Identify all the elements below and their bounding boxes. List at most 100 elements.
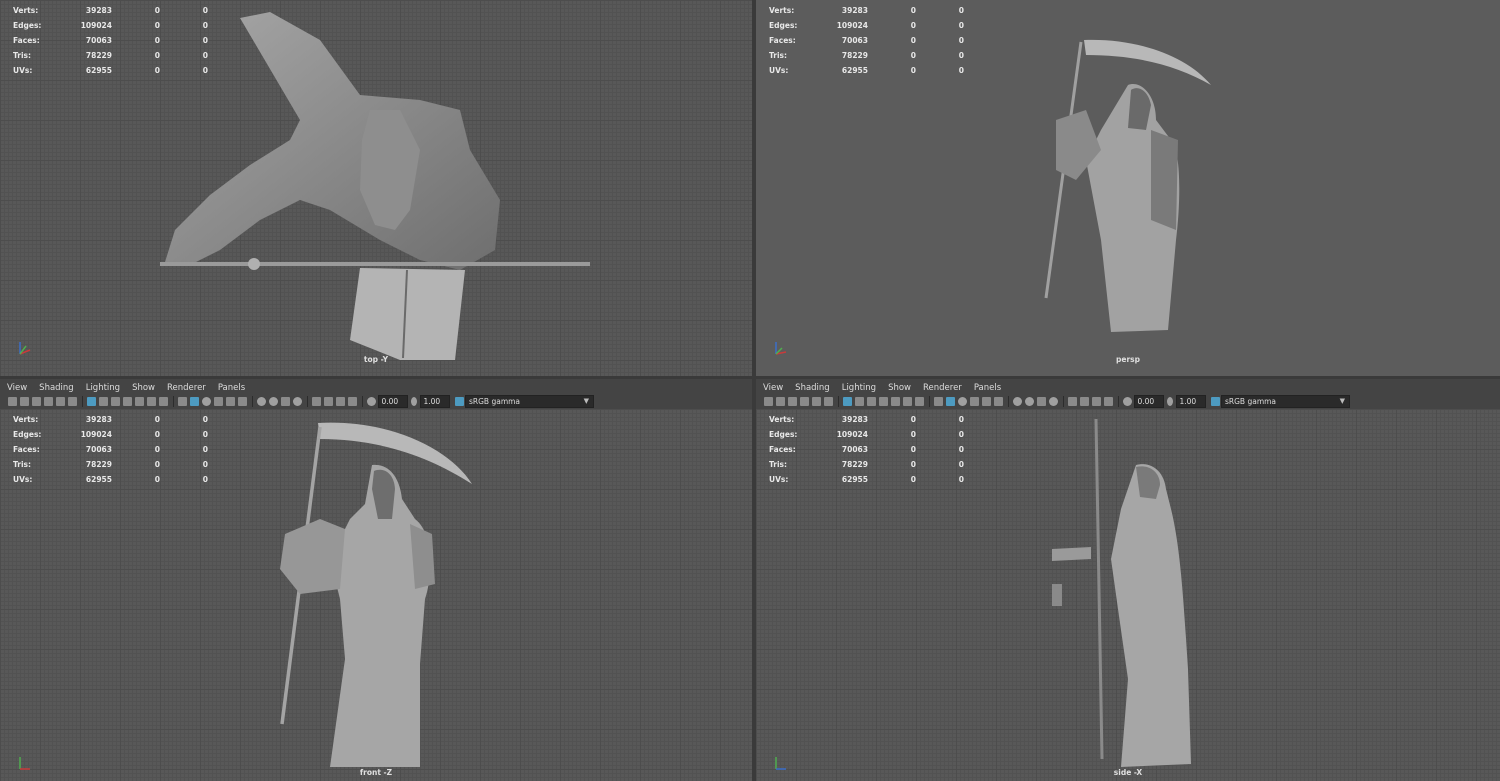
menu-renderer[interactable]: Renderer — [923, 383, 962, 393]
resolution-gate-icon[interactable] — [867, 396, 876, 406]
menu-show[interactable]: Show — [132, 383, 155, 393]
bookmark-icon[interactable] — [32, 396, 41, 406]
color-management-icon[interactable] — [1210, 396, 1220, 406]
field-chart-icon[interactable] — [891, 396, 900, 406]
grease-pencil-icon[interactable] — [824, 396, 833, 406]
toolbar-separator — [837, 395, 839, 407]
menu-panels[interactable]: Panels — [974, 383, 1001, 393]
color-management-icon[interactable] — [454, 396, 464, 406]
gamma-icon[interactable] — [1166, 396, 1173, 406]
film-gate-icon[interactable] — [99, 396, 108, 406]
safe-action-icon[interactable] — [147, 396, 156, 406]
menu-shading[interactable]: Shading — [795, 383, 830, 393]
hud-row: Faces: 70063 0 0 — [769, 36, 964, 45]
viewport-divider-horizontal[interactable] — [0, 376, 1500, 379]
viewport-persp[interactable]: Verts: 39283 0 0 Edges: 109024 0 0 Faces: 70063… — [756, 0, 1500, 376]
camera-label: top -Y — [363, 355, 389, 364]
panel-toolbar: 0.00 1.00 sRGB gamma ▼ — [756, 393, 1500, 409]
viewport-divider-vertical[interactable] — [752, 0, 756, 781]
chevron-down-icon: ▼ — [583, 396, 589, 405]
film-gate-icon[interactable] — [855, 396, 864, 406]
motion-blur-icon[interactable] — [1025, 396, 1034, 406]
gamma-field[interactable]: 1.00 — [419, 394, 450, 408]
isolate-icon[interactable] — [1068, 396, 1077, 406]
ambient-occlusion-icon[interactable] — [257, 396, 266, 406]
smooth-shade-icon[interactable] — [190, 396, 199, 406]
wireframe-icon[interactable] — [934, 396, 943, 406]
hud-row: UVs: 62955 0 0 — [769, 475, 964, 484]
image-plane-icon[interactable] — [800, 396, 809, 406]
smooth-shade-icon[interactable] — [946, 396, 955, 406]
safe-title-icon[interactable] — [159, 396, 168, 406]
menu-lighting[interactable]: Lighting — [86, 383, 120, 393]
anti-aliasing-icon[interactable] — [1037, 396, 1046, 406]
panel-toolbar: 0.00 1.00 sRGB gamma ▼ — [0, 393, 752, 409]
exposure-icon[interactable] — [1123, 396, 1132, 406]
viewport-top[interactable]: Verts: 39283 0 0 Edges: 109024 0 0 Faces: 70063… — [0, 0, 752, 376]
grease-pencil-icon[interactable] — [68, 396, 77, 406]
image-plane-icon[interactable] — [44, 396, 53, 406]
camera-icon[interactable] — [764, 396, 773, 406]
menu-shading[interactable]: Shading — [39, 383, 74, 393]
xray-joints-icon[interactable] — [336, 396, 345, 406]
pan-zoom-icon[interactable] — [812, 396, 821, 406]
colorspace-dropdown[interactable]: sRGB gamma ▼ — [465, 394, 594, 408]
hud-row: Tris: 78229 0 0 — [13, 51, 208, 60]
safe-action-icon[interactable] — [903, 396, 912, 406]
gamma-icon[interactable] — [410, 396, 417, 406]
colorspace-dropdown[interactable]: sRGB gamma ▼ — [1221, 394, 1350, 408]
colorspace-value: sRGB gamma — [1225, 396, 1277, 406]
pan-zoom-icon[interactable] — [56, 396, 65, 406]
menu-view[interactable]: View — [763, 383, 783, 393]
wireframe-icon[interactable] — [178, 396, 187, 406]
viewport-front[interactable]: Verts: 39283 0 0 Edges: 109024 0 0 Faces: 70063… — [0, 409, 752, 781]
grid-icon[interactable] — [843, 396, 852, 406]
depth-of-field-icon[interactable] — [293, 396, 302, 406]
xray-active-icon[interactable] — [348, 396, 357, 406]
xray-active-icon[interactable] — [1104, 396, 1113, 406]
lock-camera-icon[interactable] — [776, 396, 785, 406]
texture-icon[interactable] — [970, 396, 979, 406]
toolbar-separator — [361, 395, 363, 407]
hud-row: Faces: 70063 0 0 — [13, 36, 208, 45]
anti-aliasing-icon[interactable] — [281, 396, 290, 406]
field-chart-icon[interactable] — [135, 396, 144, 406]
isolate-icon[interactable] — [312, 396, 321, 406]
depth-of-field-icon[interactable] — [1049, 396, 1058, 406]
ambient-occlusion-icon[interactable] — [1013, 396, 1022, 406]
wireframe-on-shaded-icon[interactable] — [202, 396, 211, 406]
gate-mask-icon[interactable] — [123, 396, 132, 406]
hud-row: Edges: 109024 0 0 — [769, 430, 964, 439]
light-icon[interactable] — [982, 396, 991, 406]
light-icon[interactable] — [226, 396, 235, 406]
hud-row: Tris: 78229 0 0 — [13, 460, 208, 469]
grid-icon[interactable] — [87, 396, 96, 406]
exposure-field[interactable]: 0.00 — [377, 394, 408, 408]
texture-icon[interactable] — [214, 396, 223, 406]
xray-icon[interactable] — [324, 396, 333, 406]
motion-blur-icon[interactable] — [269, 396, 278, 406]
menu-view[interactable]: View — [7, 383, 27, 393]
gamma-field[interactable]: 1.00 — [1175, 394, 1206, 408]
xray-joints-icon[interactable] — [1092, 396, 1101, 406]
safe-title-icon[interactable] — [915, 396, 924, 406]
viewport-side[interactable]: Verts: 39283 0 0 Edges: 109024 0 0 Faces: 70063… — [756, 409, 1500, 781]
menu-lighting[interactable]: Lighting — [842, 383, 876, 393]
gate-mask-icon[interactable] — [879, 396, 888, 406]
lock-camera-icon[interactable] — [20, 396, 29, 406]
maya-workspace: Verts: 39283 0 0 Edges: 109024 0 0 Faces: 70063… — [0, 0, 1500, 781]
camera-icon[interactable] — [8, 396, 17, 406]
toolbar-separator — [172, 395, 174, 407]
xray-icon[interactable] — [1080, 396, 1089, 406]
shadow-icon[interactable] — [238, 396, 247, 406]
heads-up-display: Verts: 39283 0 0 Edges: 109024 0 0 Faces: 70063… — [769, 3, 964, 78]
bookmark-icon[interactable] — [788, 396, 797, 406]
shadow-icon[interactable] — [994, 396, 1003, 406]
exposure-icon[interactable] — [367, 396, 376, 406]
menu-panels[interactable]: Panels — [218, 383, 245, 393]
resolution-gate-icon[interactable] — [111, 396, 120, 406]
exposure-field[interactable]: 0.00 — [1133, 394, 1164, 408]
menu-renderer[interactable]: Renderer — [167, 383, 206, 393]
menu-show[interactable]: Show — [888, 383, 911, 393]
wireframe-on-shaded-icon[interactable] — [958, 396, 967, 406]
